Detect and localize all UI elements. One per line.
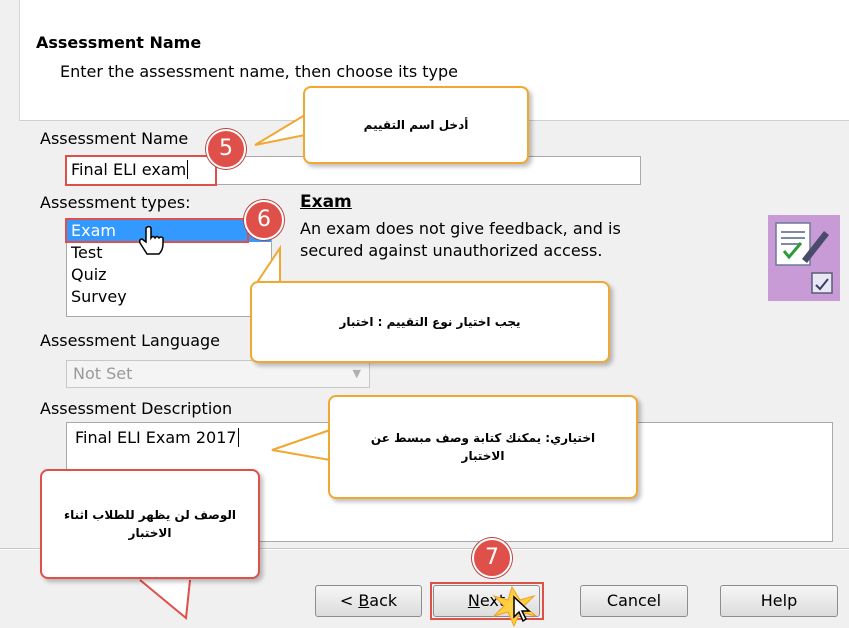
step-badge-5: 5: [206, 129, 246, 169]
visibility-hint-callout: الوصف لن يظهر للطلاب اثناء الاختبار: [40, 469, 260, 579]
wizard-window: Assessment Name Enter the assessment nam…: [0, 0, 849, 628]
step-badge-6: 6: [244, 200, 284, 240]
name-hint-callout: أدخل اسم التقييم: [303, 86, 529, 164]
description-hint-callout: اختياري: يمكنك كتابة وصف مبسط عن الاختبا…: [328, 395, 638, 499]
step-badge-7: 7: [472, 538, 512, 578]
visibility-hint-line2: الاختبار: [128, 526, 172, 540]
visibility-hint-line1: الوصف لن يظهر للطلاب اثناء: [63, 508, 237, 522]
hand-cursor-icon: [139, 226, 164, 255]
arrow-cursor-icon: [513, 595, 531, 623]
description-hint-line1: اختياري: يمكنك كتابة وصف مبسط عن: [370, 431, 596, 445]
description-hint-line2: الاختبار: [461, 449, 505, 463]
type-hint-callout: يجب اختيار نوع التقييم : اختبار: [250, 281, 610, 363]
